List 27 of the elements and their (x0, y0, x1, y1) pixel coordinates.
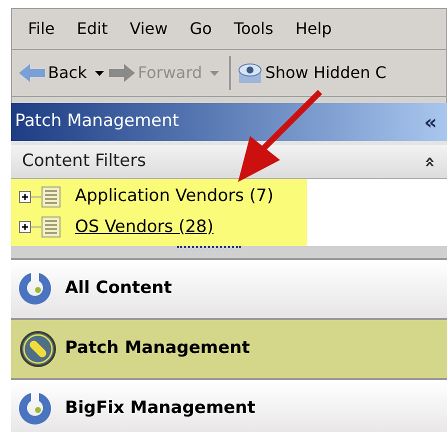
expand-icon[interactable] (19, 221, 41, 234)
bandage-icon (19, 330, 57, 368)
nav-item[interactable]: Patch Management (11, 318, 447, 378)
menu-item[interactable]: Tools (234, 17, 274, 41)
list-icon (41, 216, 61, 238)
collapse-button[interactable]: » (421, 156, 440, 168)
list-icon (41, 186, 61, 208)
tree-item[interactable]: OS Vendors (28) (75, 214, 214, 240)
menu-item[interactable]: File (28, 17, 55, 41)
toolbar-button[interactable]: Back (18, 61, 104, 85)
nav-item[interactable]: BigFix Management (11, 378, 447, 432)
section-title: Content Filters (22, 150, 146, 173)
tree-item[interactable]: Application Vendors (7) (75, 184, 274, 210)
left-arrow-icon (18, 63, 46, 83)
expand-icon[interactable] (19, 190, 41, 203)
menu-item[interactable]: Go (190, 17, 212, 41)
nav-item[interactable]: All Content (11, 258, 447, 318)
right-arrow-icon (108, 63, 136, 83)
caret-icon (210, 70, 220, 76)
menu-item[interactable]: View (130, 17, 168, 41)
collapse-button[interactable]: « (424, 107, 443, 137)
panel-title: Patch Management (15, 110, 180, 134)
menu-item[interactable]: Help (295, 17, 332, 41)
caret-icon (94, 70, 104, 76)
eye-icon (237, 62, 264, 84)
menu-item[interactable]: Edit (76, 17, 108, 41)
toolbar-button[interactable]: Show Hidden C (237, 61, 386, 85)
